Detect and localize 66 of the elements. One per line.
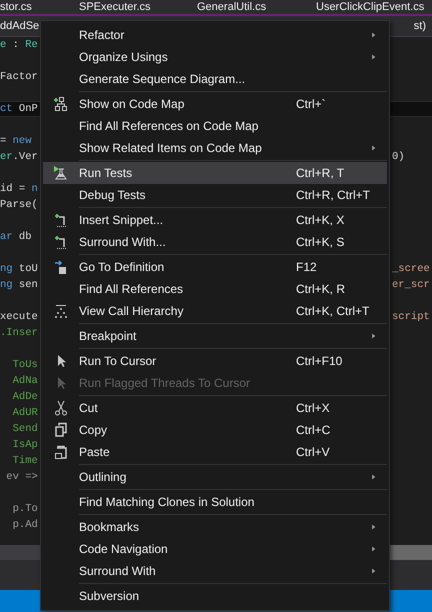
menu-item[interactable]: Find All References Ctrl+K, R xyxy=(43,278,387,300)
code-text: ng sen xyxy=(0,278,38,293)
code-text: AdNa xyxy=(12,374,38,389)
code-text: Parse( xyxy=(0,198,38,213)
menu-item[interactable]: Show on Code Map Ctrl+` xyxy=(43,93,387,115)
snippet-icon xyxy=(53,234,69,250)
code-text: _scree xyxy=(392,262,431,277)
code-text: p.To xyxy=(12,502,38,517)
editor-tab[interactable]: UserClickClipEvent.cs xyxy=(316,0,424,14)
menu-item[interactable]: Bookmarks xyxy=(43,516,387,538)
code-text: AdUR xyxy=(12,406,38,421)
menu-item[interactable]: Copy Ctrl+C xyxy=(43,419,387,441)
menu-item[interactable]: Outlining xyxy=(43,466,387,488)
code-text: ToUs xyxy=(12,358,38,373)
code-text: Time xyxy=(12,454,38,469)
menu-item[interactable]: Surround With xyxy=(43,560,387,582)
code-text: er.Ver xyxy=(0,150,38,165)
menu-item[interactable]: Code Navigation xyxy=(43,538,387,560)
menu-item[interactable]: Breakpoint xyxy=(43,325,387,347)
code-text: .Inser xyxy=(0,326,38,341)
menu-item[interactable]: View Call Hierarchy Ctrl+K, Ctrl+T xyxy=(43,300,387,322)
code-text: IsAp xyxy=(12,438,38,453)
menu-item[interactable]: Insert Snippet... Ctrl+K, X xyxy=(43,209,387,231)
code-text: script xyxy=(392,310,431,325)
code-text: e : Re xyxy=(0,38,38,53)
menu-item[interactable]: Generate Sequence Diagram... xyxy=(43,68,387,90)
navigation-dropdown[interactable]: st) xyxy=(414,18,426,34)
menu-item[interactable]: Surround With... Ctrl+K, S xyxy=(43,231,387,253)
menu-item[interactable]: Paste Ctrl+V xyxy=(43,441,387,463)
code-text: ar db xyxy=(0,230,32,245)
code-text: AdDe xyxy=(12,390,38,405)
menu-item[interactable]: Refactor xyxy=(43,24,387,46)
menu-item[interactable]: Go To Definition F12 xyxy=(43,256,387,278)
scissors-icon xyxy=(53,400,69,416)
code-text: er_scr xyxy=(392,278,431,293)
menu-item[interactable]: Find Matching Clones in Solution xyxy=(43,491,387,513)
hierarchy-icon xyxy=(53,303,69,319)
code-text: xecute xyxy=(0,310,38,325)
menu-item[interactable]: Show Related Items on Code Map xyxy=(43,137,387,159)
clipboard-icon xyxy=(53,444,69,460)
code-text: Factor xyxy=(0,70,38,85)
code-text: p.Ad xyxy=(12,518,38,533)
menu-item[interactable]: Run To Cursor Ctrl+F10 xyxy=(43,350,387,372)
copy-icon xyxy=(53,422,69,438)
menu-item[interactable]: Debug Tests Ctrl+R, Ctrl+T xyxy=(43,184,387,206)
editor-tab[interactable]: GeneralUtil.cs xyxy=(197,0,316,14)
code-text: Send xyxy=(12,422,38,437)
menu-item[interactable]: Find All References on Code Map xyxy=(43,115,387,137)
menu-item[interactable]: Run Tests Ctrl+R, T xyxy=(43,162,387,184)
code-text: ev => xyxy=(5,470,38,485)
code-map-icon xyxy=(53,96,69,112)
code-text: ng toU xyxy=(0,262,38,277)
menu-item[interactable]: Subversion xyxy=(43,585,387,607)
editor-tab[interactable]: SPExecuter.cs xyxy=(79,0,197,14)
arrow-box-icon xyxy=(53,259,69,275)
snippet-icon xyxy=(53,212,69,228)
menu-item[interactable]: Organize Usings xyxy=(43,46,387,68)
code-text: = new xyxy=(0,134,32,149)
code-text: ct OnP xyxy=(0,102,38,116)
code-text: 0) xyxy=(392,150,406,165)
menu-item[interactable]: Cut Ctrl+X xyxy=(43,397,387,419)
navigation-dropdown[interactable]: ddAdSe xyxy=(0,18,40,34)
scrollbar-thumb[interactable] xyxy=(390,545,432,560)
code-text: id = n xyxy=(0,182,38,197)
flask-icon xyxy=(53,165,69,181)
editor-tab[interactable]: stor.cs xyxy=(0,0,79,14)
